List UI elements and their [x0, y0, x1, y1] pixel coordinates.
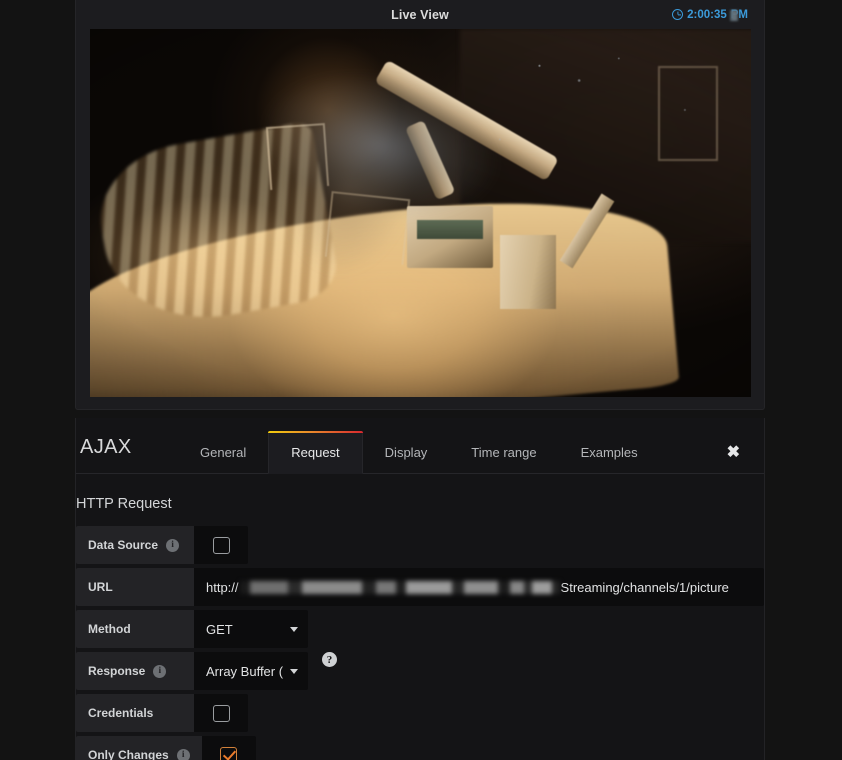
tab-general[interactable]: General	[178, 446, 268, 473]
panel-title: Live View	[391, 7, 449, 22]
response-label: Response	[88, 664, 146, 678]
credentials-label-cell: Credentials	[76, 694, 194, 732]
panel-editor: AJAX General Request Display Time range …	[75, 418, 765, 760]
chevron-down-icon	[290, 626, 298, 632]
http-request-form: Data Source i URL http:// Streaming/chan…	[76, 526, 764, 760]
credentials-checkbox[interactable]	[212, 704, 230, 722]
section-title-http-request: HTTP Request	[76, 496, 172, 512]
credentials-control	[194, 694, 248, 732]
tab-request[interactable]: Request	[268, 431, 364, 474]
app-root: Live View 2:00:35 PM AJAX General Reques…	[0, 0, 842, 760]
question-icon[interactable]: ?	[322, 652, 337, 667]
method-value: GET	[206, 621, 233, 637]
field-credentials: Credentials	[76, 694, 764, 732]
field-only-changes: Only Changes i	[76, 736, 764, 760]
response-label-cell: Response i	[76, 652, 194, 690]
info-icon[interactable]: i	[166, 538, 180, 552]
tab-examples[interactable]: Examples	[559, 446, 660, 473]
data-source-control	[194, 526, 248, 564]
method-label-cell: Method	[76, 610, 194, 648]
plugin-name: AJAX	[80, 436, 132, 458]
tab-time-range-label: Time range	[471, 445, 537, 460]
tab-examples-label: Examples	[580, 445, 638, 460]
data-source-label-cell: Data Source i	[76, 526, 194, 564]
info-icon[interactable]: i	[176, 748, 190, 760]
clock-icon	[672, 9, 684, 20]
url-suffix: Streaming/channels/1/picture	[560, 579, 729, 595]
tab-display[interactable]: Display	[363, 446, 450, 473]
only-changes-label-cell: Only Changes i	[76, 736, 202, 760]
field-url: URL http:// Streaming/channels/1/picture	[76, 568, 764, 606]
credentials-label: Credentials	[88, 706, 154, 720]
tab-request-label: Request	[291, 445, 340, 460]
chevron-down-icon	[290, 668, 298, 674]
clock-time: 2:00:35	[687, 8, 727, 21]
url-label: URL	[88, 580, 113, 594]
camera-vignette	[90, 29, 751, 397]
close-editor-button[interactable]: ✖	[727, 445, 740, 461]
data-source-checkbox[interactable]	[212, 536, 230, 554]
tab-time-range[interactable]: Time range	[449, 446, 558, 473]
only-changes-checkbox[interactable]	[220, 746, 238, 760]
live-view-header: Live View 2:00:35 PM	[76, 0, 764, 29]
live-clock: 2:00:35 PM	[672, 9, 748, 21]
only-changes-label: Only Changes	[88, 748, 169, 760]
clock-ampm: PM	[730, 8, 748, 21]
url-label-cell: URL	[76, 568, 194, 606]
info-icon[interactable]: i	[153, 664, 167, 678]
editor-body: HTTP Request Data Source i URL http:// S…	[76, 474, 764, 760]
method-label: Method	[88, 622, 131, 636]
url-value: http:// Streaming/channels/1/picture	[206, 580, 729, 595]
response-select[interactable]: Array Buffer (	[194, 652, 308, 690]
url-redacted-host	[239, 580, 560, 594]
live-view-panel: Live View 2:00:35 PM	[75, 0, 765, 410]
response-value: Array Buffer (	[206, 663, 284, 679]
tab-general-label: General	[200, 445, 247, 460]
only-changes-control	[201, 736, 256, 760]
url-prefix: http://	[206, 579, 239, 595]
method-select[interactable]: GET	[194, 610, 308, 648]
tab-display-label: Display	[384, 445, 428, 460]
url-input[interactable]: http:// Streaming/channels/1/picture	[194, 568, 764, 606]
field-data-source: Data Source i	[76, 526, 764, 564]
field-method: Method GET	[76, 610, 764, 648]
editor-tabbar: AJAX General Request Display Time range …	[76, 418, 764, 474]
camera-stream-image[interactable]	[90, 29, 751, 397]
data-source-label: Data Source	[88, 538, 159, 552]
field-response: Response i Array Buffer ( ?	[76, 652, 764, 690]
